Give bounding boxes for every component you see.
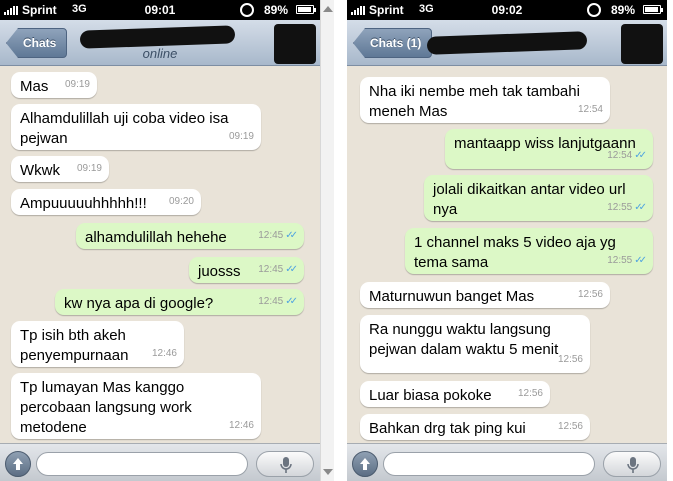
message-text: Tp isih bth akeh penyempurnaan	[20, 327, 129, 364]
message-bubble[interactable]: Luar biasa pokoke 12:56	[360, 381, 550, 407]
voice-button[interactable]	[603, 451, 661, 477]
avatar[interactable]	[274, 24, 316, 64]
scrollbar[interactable]	[320, 0, 334, 481]
message-time: 12:55	[607, 255, 633, 266]
double-check-icon: ✓✓	[285, 264, 298, 275]
battery-icon	[643, 5, 663, 14]
double-check-icon: ✓✓	[634, 202, 647, 213]
message-time: 12:54	[577, 104, 603, 115]
message-time: 12:56	[557, 354, 583, 365]
avatar[interactable]	[621, 24, 663, 64]
battery-percent: 89%	[611, 3, 636, 17]
upload-arrow-icon	[13, 458, 23, 470]
message-list[interactable]: Mas 09:19 Alhamdulillah uji coba video is…	[0, 67, 320, 443]
message-bubble[interactable]: jolali dikaitkan antar video url nya 12:5…	[424, 175, 653, 221]
voice-button[interactable]	[256, 451, 314, 477]
message-text: kw nya apa di google?	[64, 295, 214, 312]
message-bubble[interactable]: Wkwk 09:19	[11, 156, 109, 182]
message-time: 12:56	[517, 388, 543, 399]
message-text: Wkwk	[20, 162, 60, 179]
contact-name-redacted[interactable]	[426, 31, 588, 55]
message-text: juosss	[198, 263, 241, 280]
status-bar: Sprint 3G 09:02 89%	[347, 0, 667, 20]
rotation-lock-icon	[587, 3, 601, 17]
double-check-icon: ✓✓	[634, 150, 647, 161]
message-bubble[interactable]: Tp lumayan Mas kanggo percobaan langsung…	[11, 373, 261, 439]
nav-bar: Chats online	[0, 20, 320, 66]
message-time: 09:19	[64, 79, 90, 90]
message-bubble[interactable]: juosss 12:45 ✓✓	[189, 257, 304, 283]
attach-button[interactable]	[352, 451, 378, 477]
input-bar	[347, 443, 667, 481]
message-bubble[interactable]: kw nya apa di google? 12:45 ✓✓	[55, 289, 304, 315]
message-text: Mas	[20, 78, 49, 95]
message-text: Nha iki nembe meh tak tambahi meneh Mas	[369, 83, 580, 120]
rotation-lock-icon	[240, 3, 254, 17]
message-text: Tp lumayan Mas kanggo percobaan langsung…	[20, 379, 192, 436]
nav-bar: Chats (1)	[347, 20, 667, 66]
message-text: alhamdulillah hehehe	[85, 229, 227, 246]
message-text: Ampuuuuuhhhhh!!!	[20, 195, 147, 212]
message-time: 12:56	[577, 289, 603, 300]
message-bubble[interactable]: Mas 09:19	[11, 72, 97, 98]
message-time: 12:56	[557, 421, 583, 432]
message-bubble[interactable]: mantaapp wiss lanjutgaann 12:54 ✓✓	[445, 129, 653, 169]
back-button[interactable]: Chats (1)	[353, 28, 433, 58]
input-bar	[0, 443, 320, 481]
battery-icon	[296, 5, 316, 14]
contact-status: online	[142, 46, 178, 61]
message-bubble[interactable]: alhamdulillah hehehe 12:45 ✓✓	[76, 223, 304, 249]
status-bar: Sprint 3G 09:01 89%	[0, 0, 320, 20]
message-time: 12:45	[258, 264, 284, 275]
chat-screen-left: Sprint 3G 09:01 89% Chats online Mas 09:1…	[0, 0, 320, 481]
message-time: 12:55	[607, 202, 633, 213]
message-time: 09:19	[76, 163, 102, 174]
message-bubble[interactable]: Alhamdulillah uji coba video isa pejwan 0…	[11, 104, 261, 150]
message-input[interactable]	[36, 452, 248, 476]
battery-percent: 89%	[264, 3, 289, 17]
message-text: Ra nunggu waktu langsung pejwan dalam wa…	[369, 321, 559, 358]
message-text: jolali dikaitkan antar video url nya	[433, 181, 626, 218]
scroll-down-icon[interactable]	[323, 469, 333, 475]
message-time: 12:46	[151, 348, 177, 359]
message-bubble[interactable]: Ampuuuuuhhhhh!!! 09:20	[11, 189, 201, 215]
message-bubble[interactable]: Bahkan drg tak ping kui 12:56	[360, 414, 590, 440]
message-time: 12:45	[258, 296, 284, 307]
attach-button[interactable]	[5, 451, 31, 477]
message-bubble[interactable]: Nha iki nembe meh tak tambahi meneh Mas 1…	[360, 77, 610, 123]
message-list[interactable]: Nha iki nembe meh tak tambahi meneh Mas 1…	[347, 67, 667, 443]
double-check-icon: ✓✓	[285, 230, 298, 241]
message-time: 12:46	[228, 420, 254, 431]
upload-arrow-icon	[360, 458, 370, 470]
message-time: 12:54	[607, 150, 633, 161]
message-bubble[interactable]: Maturnuwun banget Mas 12:56	[360, 282, 610, 308]
message-bubble[interactable]: Ra nunggu waktu langsung pejwan dalam wa…	[360, 315, 590, 373]
message-bubble[interactable]: 1 channel maks 5 video aja yg tema sama 1…	[405, 228, 653, 274]
microphone-icon	[627, 457, 639, 473]
scroll-up-icon[interactable]	[323, 6, 333, 12]
message-time: 09:19	[228, 131, 254, 142]
message-text: Bahkan drg tak ping kui	[369, 420, 526, 437]
chat-screen-right: Sprint 3G 09:02 89% Chats (1) Nha iki ne…	[347, 0, 667, 481]
message-text: Maturnuwun banget Mas	[369, 288, 535, 305]
double-check-icon: ✓✓	[285, 296, 298, 307]
message-bubble[interactable]: Tp isih bth akeh penyempurnaan 12:46	[11, 321, 184, 367]
microphone-icon	[280, 457, 292, 473]
message-text: 1 channel maks 5 video aja yg tema sama	[414, 234, 616, 271]
message-time: 12:45	[258, 230, 284, 241]
message-input[interactable]	[383, 452, 595, 476]
double-check-icon: ✓✓	[634, 255, 647, 266]
message-time: 09:20	[168, 196, 194, 207]
message-text: Alhamdulillah uji coba video isa pejwan	[20, 110, 229, 147]
message-text: Luar biasa pokoke	[369, 387, 492, 404]
